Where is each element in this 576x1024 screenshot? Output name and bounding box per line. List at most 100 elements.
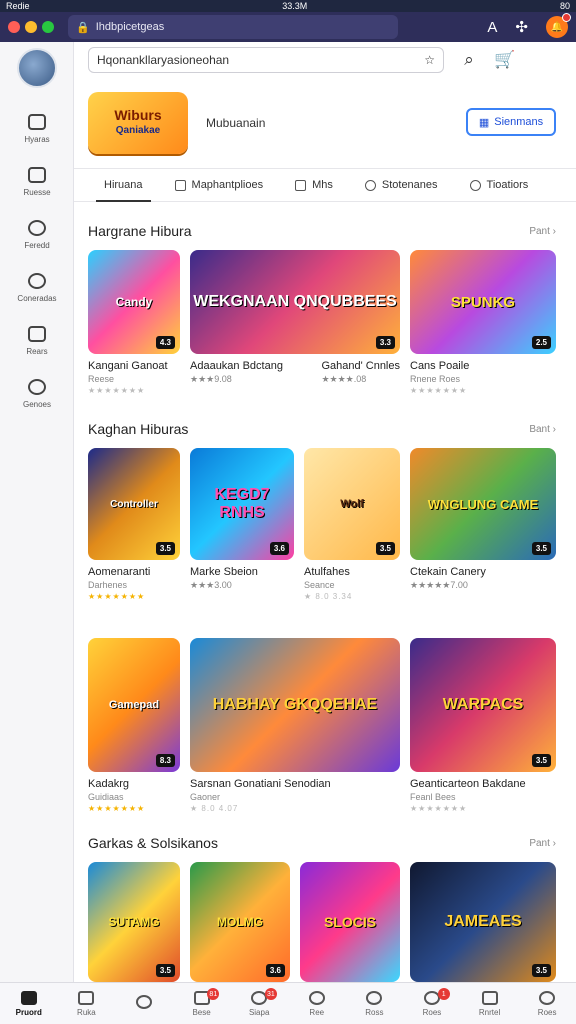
rating-badge: 3.3 [375,336,395,349]
tab-hiruana[interactable]: Hiruana [88,168,159,202]
search-row: Hqonankllaryasioneohan ☆ ⌕ 🛒 [74,42,576,78]
section-garkas-solsikanos: Garkas & Solsikanos Pant › SUTAMG 3.5 MO… [88,832,576,982]
nav-siapa[interactable]: 31 Siapa [230,983,288,1024]
card-title: Marke Sbeion [190,566,258,578]
game-card[interactable]: KEGD7 RNHS 3.6 Marke Sbeion ★★★3.00 [190,448,294,601]
card-subtitle: ★★★3.00 [190,580,232,590]
sidebar-item-hyaras[interactable]: Hyaras [0,102,74,155]
nav-roes-2[interactable]: Roes [518,983,576,1024]
sidebar-item-feredd[interactable]: Feredd [0,208,74,261]
search-icon [308,990,325,1005]
nav-ruka[interactable]: Ruka [58,983,116,1024]
thumbnail-art: SUTAMG [108,915,160,929]
tab-label: Stotenanes [381,179,438,191]
notification-button[interactable]: 🔔 [546,13,571,38]
cart-icon[interactable]: 🛒 [494,49,516,71]
card-title: Kangani Ganoat [88,360,168,372]
nav-badge: 81 [207,988,220,1000]
see-all-link[interactable]: Bant › [529,424,556,435]
game-card[interactable]: SUTAMG 3.5 [88,862,180,982]
game-card[interactable]: WNGLUNG CAME 3.5 Ctekain Canery ★★★★★7.0… [410,448,556,601]
profile-icon [539,990,556,1005]
sidebar-item-genoes[interactable]: Genoes [0,367,74,420]
browser-tab[interactable]: 🔒 Ihdbpicetgeas [68,15,398,39]
thumbnail-art: WNGLUNG CAME [427,496,539,512]
nav-bese[interactable]: 81 Bese [173,983,231,1024]
brand-header: Wiburs Qaniakae Mubuanain ▦ Sienmans [74,78,576,168]
maximize-window-button[interactable] [42,21,54,33]
sidebar-item-label: Feredd [24,240,50,250]
see-all-link[interactable]: Pant › [529,226,556,237]
home-icon [20,990,37,1005]
grid-icon: ▦ [478,116,490,129]
doc-icon [295,179,307,191]
brand-action-button[interactable]: ▦ Sienmans [466,108,556,136]
search-icon[interactable]: ⌕ [458,49,480,71]
sidebar-item-rears[interactable]: Rears [0,314,74,367]
tab-tioatiors[interactable]: Tioatiors [454,168,545,202]
sidebar-item-label: Genoes [22,399,52,409]
game-card[interactable]: SLOCIS [300,862,400,982]
tab-maphantplioes[interactable]: Maphantplioes [159,168,280,202]
thumbnail-art: KEGD7 RNHS [214,486,270,521]
star-rating: ★★★★★★★ [88,804,146,813]
game-card[interactable]: JAMEAES 3.5 [410,862,556,982]
close-window-button[interactable] [8,21,20,33]
game-thumbnail: Controller 3.5 [88,448,180,560]
card-title: Geanticarteon Bakdane [410,778,526,790]
people-icon [28,272,46,289]
nav-roes[interactable]: 1 Roes [403,983,461,1024]
game-card[interactable]: Wolf 3.5 Atulfahes Seance ★ 8.0 3.34 [304,448,400,601]
search-value: Hqonankllaryasioneohan [97,53,230,67]
status-time: 33.3M [282,1,308,11]
category-tabs: Hiruana Maphantplioes Mhs Stotenanes Tio… [74,168,576,202]
game-thumbnail: Candy 4.3 [88,250,180,354]
star-rating: ★★★★★★★ [88,592,146,601]
game-thumbnail: KEGD7 RNHS 3.6 [190,448,294,560]
sidebar-item-coneradas[interactable]: Coneradas [0,261,74,314]
brand-name: Mubuanain [206,116,266,130]
card-title: Sarsnan Gonatiani Senodian [190,778,331,790]
card-subtitle: ★★★9.08 [190,374,232,384]
avatar[interactable] [16,48,57,88]
nav-home[interactable]: Pruord [0,983,58,1024]
nav-label: Ruka [77,1007,96,1017]
sidebar-item-label: Ruesse [23,187,51,197]
nav-ross[interactable]: Ross [346,983,404,1024]
nav-search[interactable] [115,983,173,1024]
search-input[interactable]: Hqonankllaryasioneohan ☆ [88,47,444,73]
game-card[interactable]: WARPACS 3.5 Geanticarteon Bakdane Feanl … [410,638,556,813]
sidebar-item-ruesse[interactable]: Ruesse [0,155,74,208]
game-card[interactable]: Candy 4.3 Kangani Ganoat Reese ★★★★★★★ [88,250,180,395]
star-icon[interactable]: ☆ [424,53,435,67]
thumbnail-art: MOLMG [217,915,263,929]
nav-label: Ross [365,1007,384,1017]
minimize-window-button[interactable] [25,21,37,33]
see-all-link[interactable]: Pant › [529,838,556,849]
nav-ree[interactable]: Ree [288,983,346,1024]
game-card[interactable]: WEKGNAAN QNQUBBEES 3.3 Adaaukan Bdctang … [190,250,400,395]
share-icon[interactable]: ✣ [515,18,528,36]
thumbnail-art: Wolf [340,498,364,510]
font-size-icon[interactable]: A [487,19,497,36]
game-card[interactable]: HABHAY GKQQEHAE Sarsnan Gonatiani Senodi… [190,638,400,813]
brand-button-label: Sienmans [494,116,544,128]
nav-rnrtel[interactable]: Rnrtel [461,983,519,1024]
rating-badge: 3.5 [531,754,551,767]
tab-mhs[interactable]: Mhs [279,168,349,202]
nav-label: Bese [192,1007,211,1017]
card-subtitle: Seance [304,580,335,590]
game-card[interactable]: Gamepad 8.3 Kadakrg Guidiaas ★★★★★★★ [88,638,180,813]
game-card[interactable]: Controller 3.5 Aomenaranti Darhenes ★★★★… [88,448,180,601]
nav-label: Roes [537,1007,557,1017]
section-featured: Gamepad 8.3 Kadakrg Guidiaas ★★★★★★★ HAB… [88,630,576,813]
tab-stotenanes[interactable]: Stotenanes [349,168,454,202]
settings-icon [469,179,481,191]
card-title: Gahand' Cnnles [321,360,400,372]
rating-badge: 3.6 [265,964,285,977]
game-card[interactable]: SPUNKG 2.5 Cans Poaile Rnene Roes ★★★★★★… [410,250,556,395]
game-card[interactable]: MOLMG 3.6 [190,862,290,982]
card-title: Cans Poaile [410,360,470,372]
card-subtitle: Feanl Bees [410,792,456,802]
lock-icon: 🔒 [76,21,90,34]
